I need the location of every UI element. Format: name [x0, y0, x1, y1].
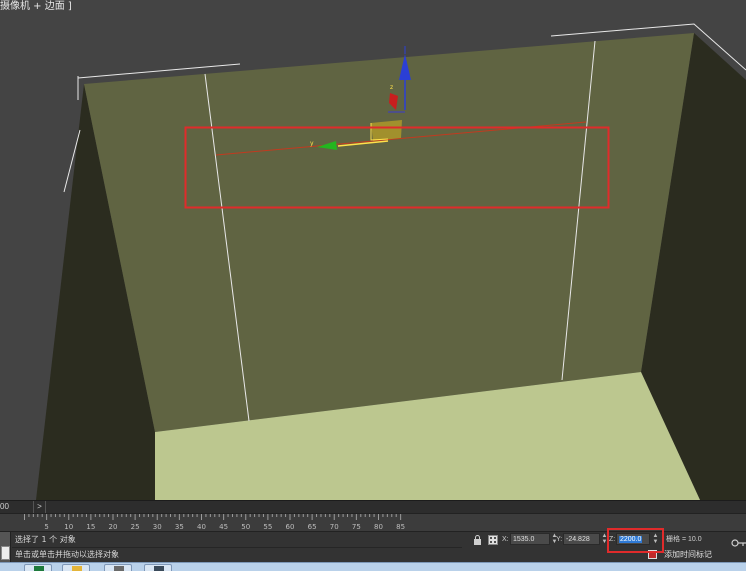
key-filter-icon[interactable]	[648, 550, 657, 559]
app-icon	[114, 566, 124, 571]
back-wall	[84, 33, 694, 432]
gizmo-y-label: y	[310, 140, 314, 147]
y-coord-spinner[interactable]: ▲ ▼	[601, 533, 608, 545]
ruler-tick-label: 80	[374, 523, 383, 531]
ruler-tick-label: 75	[352, 523, 361, 531]
ruler-tick-label: 15	[86, 523, 95, 531]
time-slider[interactable]: 00 >	[0, 500, 746, 514]
ruler-tick-label: 30	[153, 523, 162, 531]
lock-icon[interactable]	[473, 535, 482, 545]
add-time-tag[interactable]: 添加时间标记	[664, 550, 712, 560]
z-coord-spinner[interactable]: ▲ ▼	[652, 533, 659, 545]
maxscript-listener-mini[interactable]	[0, 532, 11, 562]
ruler-tick-label: 40	[197, 523, 206, 531]
y-coord-label: Y:	[556, 536, 563, 543]
prompt-line: 单击或单击并拖动以选择对象	[15, 550, 119, 559]
absolute-mode-icon[interactable]	[488, 535, 498, 545]
x-coord-label: X:	[502, 536, 509, 543]
y-coord-field[interactable]: -24.828	[563, 533, 600, 545]
excel-icon	[34, 566, 44, 571]
selection-status: 选择了 1 个 对象	[15, 535, 76, 544]
gizmo-plane-handle	[371, 120, 402, 141]
ruler-tick-label: 70	[330, 523, 339, 531]
z-coord-field[interactable]: 2200.0	[616, 533, 650, 545]
ruler-tick-label: 65	[308, 523, 317, 531]
3dsmax-icon	[154, 566, 164, 571]
z-coord-label: Z:	[609, 536, 616, 543]
ruler-tick-label: 50	[241, 523, 250, 531]
ruler-tick-label: 10	[64, 523, 73, 531]
viewport[interactable]: z y 摄像机 + 边面 ]	[0, 0, 746, 500]
key-mode-icon[interactable]	[731, 538, 746, 548]
x-coord-field[interactable]: 1535.0	[510, 533, 550, 545]
ruler-ticks: 5 10 15 20 25 30 35 40 45 50 55 60 65 70 75 80 85	[24, 514, 405, 531]
grid-size: 栅格 = 10.0	[666, 536, 702, 543]
scene-canvas[interactable]: z y	[0, 0, 746, 500]
next-frame-button[interactable]: >	[33, 501, 46, 513]
ruler-tick-label: 5	[44, 523, 48, 531]
folder-icon	[72, 566, 82, 571]
frame-field[interactable]: 00	[0, 502, 32, 512]
divider	[12, 547, 462, 548]
status-bar: 选择了 1 个 对象 单击或单击并拖动以选择对象 X: 1535.0 ▲ ▼ Y:…	[0, 531, 746, 563]
ruler-tick-label: 45	[219, 523, 228, 531]
ruler-tick-label: 25	[131, 523, 140, 531]
track-ruler[interactable]: 5 10 15 20 25 30 35 40 45 50 55 60 65 70 75 80 85	[0, 513, 746, 532]
ruler-tick-label: 35	[175, 523, 184, 531]
ruler-tick-label: 55	[263, 523, 272, 531]
ruler-tick-label: 60	[286, 523, 295, 531]
ruler-tick-label: 20	[109, 523, 118, 531]
viewport-label[interactable]: 摄像机 + 边面 ]	[0, 0, 72, 12]
gizmo-z-label: z	[390, 84, 393, 91]
ruler-tick-label: 85	[396, 523, 405, 531]
